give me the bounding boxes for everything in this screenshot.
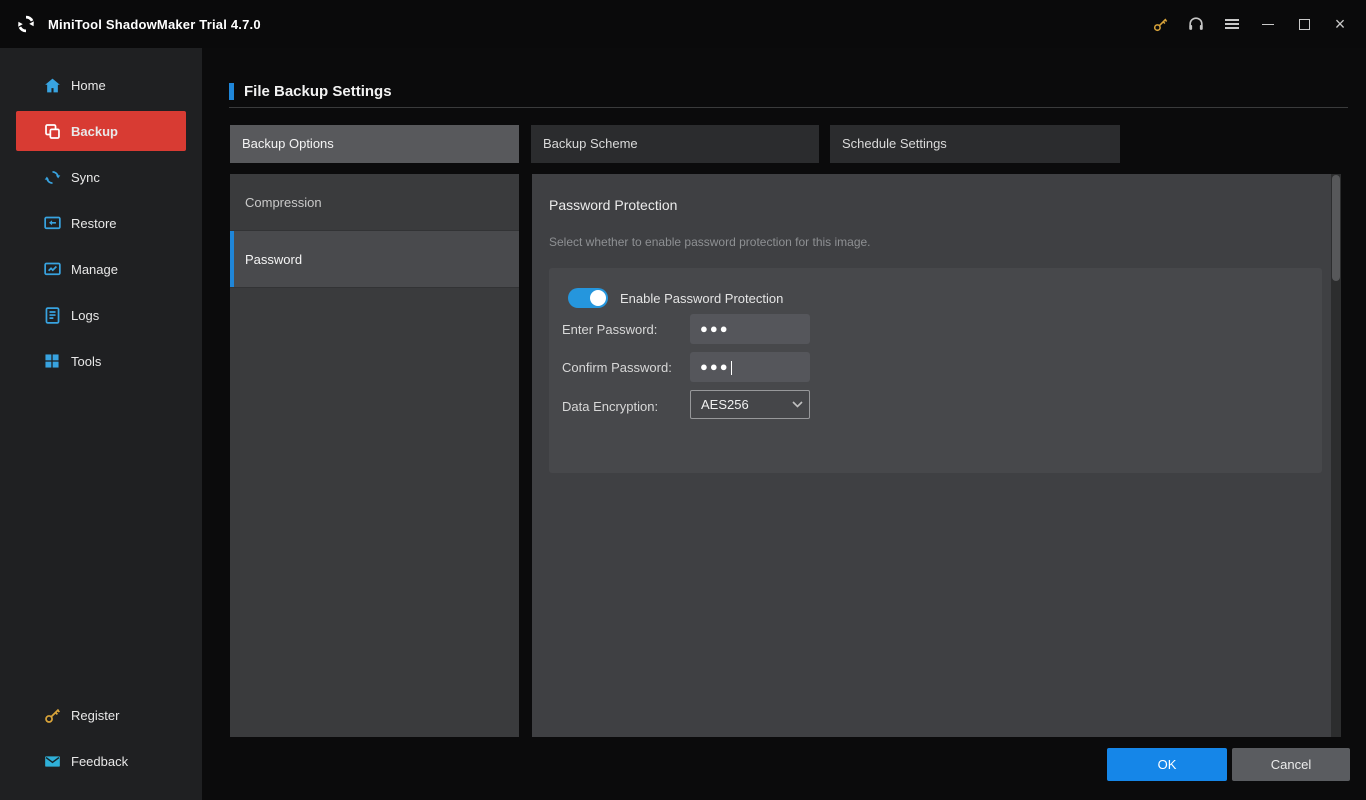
enter-password-input[interactable]: ●●●: [690, 314, 810, 344]
minimize-icon: [1262, 24, 1274, 25]
sidebar-item-register[interactable]: Register: [0, 692, 202, 738]
header-divider: [229, 107, 1348, 108]
tab-schedule-settings[interactable]: Schedule Settings: [830, 125, 1120, 163]
minimize-button[interactable]: [1250, 0, 1286, 48]
sidebar-item-label: Tools: [71, 354, 101, 369]
close-button[interactable]: ×: [1322, 0, 1358, 48]
hamburger-icon: [1225, 19, 1239, 29]
restore-icon: [42, 213, 62, 233]
masked-password-value: ●●●: [700, 359, 730, 374]
ok-button[interactable]: OK: [1107, 748, 1227, 781]
titlebar: MiniTool ShadowMaker Trial 4.7.0 ×: [0, 0, 1366, 48]
text-cursor: [731, 361, 732, 375]
sidebar-item-label: Manage: [71, 262, 118, 277]
maximize-icon: [1299, 19, 1310, 30]
options-subnav: Compression Password: [230, 174, 519, 737]
sidebar-item-logs[interactable]: Logs: [0, 292, 202, 338]
scrollbar-thumb[interactable]: [1332, 175, 1340, 281]
password-card: Enable Password Protection Enter Passwor…: [549, 268, 1322, 473]
maximize-button[interactable]: [1286, 0, 1322, 48]
support-headset-icon[interactable]: [1178, 0, 1214, 48]
cancel-button[interactable]: Cancel: [1232, 748, 1350, 781]
option-label: Password: [245, 252, 302, 267]
register-key-icon: [42, 705, 62, 725]
confirm-password-label: Confirm Password:: [562, 360, 672, 375]
tab-backup-options[interactable]: Backup Options: [230, 125, 519, 163]
panel-subtitle: Select whether to enable password protec…: [549, 235, 871, 249]
panel-scrollbar[interactable]: [1331, 174, 1341, 737]
sidebar-item-manage[interactable]: Manage: [0, 246, 202, 292]
sidebar-item-label: Logs: [71, 308, 99, 323]
option-compression[interactable]: Compression: [230, 174, 519, 231]
toggle-label: Enable Password Protection: [620, 291, 783, 306]
app-window: MiniTool ShadowMaker Trial 4.7.0 ×: [0, 0, 1366, 800]
sync-icon: [42, 167, 62, 187]
feedback-envelope-icon: [42, 751, 62, 771]
sidebar-item-feedback[interactable]: Feedback: [0, 738, 202, 784]
data-encryption-select[interactable]: AES256: [690, 390, 810, 419]
home-icon: [42, 75, 62, 95]
logs-icon: [42, 305, 62, 325]
sidebar-item-label: Backup: [71, 124, 118, 139]
data-encryption-label: Data Encryption:: [562, 399, 658, 414]
sidebar-item-label: Register: [71, 708, 119, 723]
option-label: Compression: [245, 195, 322, 210]
confirm-password-input[interactable]: ●●●: [690, 352, 810, 382]
title-accent-bar: [229, 83, 234, 100]
enable-password-toggle[interactable]: [568, 288, 608, 308]
titlebar-actions: ×: [1142, 0, 1358, 48]
backup-icon: [42, 121, 62, 141]
app-logo-icon: [14, 12, 38, 36]
option-password[interactable]: Password: [230, 231, 519, 288]
sidebar-item-backup[interactable]: Backup: [16, 111, 186, 151]
masked-password-value: ●●●: [700, 321, 730, 336]
license-key-icon[interactable]: [1142, 0, 1178, 48]
sidebar-item-label: Home: [71, 78, 106, 93]
app-title: MiniTool ShadowMaker Trial 4.7.0: [48, 17, 261, 32]
page-title: File Backup Settings: [244, 83, 392, 100]
tools-icon: [42, 351, 62, 371]
sidebar-item-label: Sync: [71, 170, 100, 185]
sidebar-item-sync[interactable]: Sync: [0, 154, 202, 200]
chevron-down-icon: [785, 391, 809, 418]
menu-icon[interactable]: [1214, 0, 1250, 48]
sidebar-item-tools[interactable]: Tools: [0, 338, 202, 384]
selected-encryption-value: AES256: [701, 391, 749, 418]
toggle-knob: [590, 290, 606, 306]
sidebar-item-label: Restore: [71, 216, 117, 231]
sidebar-item-label: Feedback: [71, 754, 128, 769]
sidebar-item-restore[interactable]: Restore: [0, 200, 202, 246]
sidebar-item-home[interactable]: Home: [0, 62, 202, 108]
tab-backup-scheme[interactable]: Backup Scheme: [531, 125, 819, 163]
sidebar: Home Backup: [0, 48, 202, 800]
sidebar-nav: Home Backup: [0, 48, 202, 384]
page-header: File Backup Settings: [229, 81, 392, 101]
manage-icon: [42, 259, 62, 279]
panel-title: Password Protection: [549, 197, 677, 213]
selected-indicator: [230, 231, 234, 287]
sidebar-bottom: Register Feedback: [0, 692, 202, 784]
enter-password-label: Enter Password:: [562, 322, 657, 337]
password-settings-panel: Password Protection Select whether to en…: [532, 174, 1331, 737]
